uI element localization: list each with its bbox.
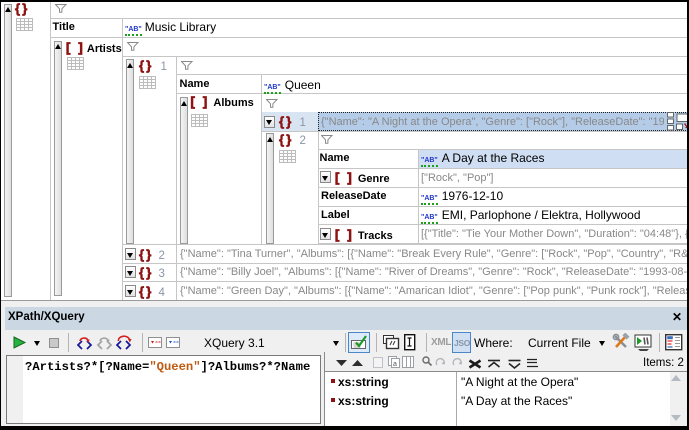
svg-text:a: a	[393, 361, 397, 368]
